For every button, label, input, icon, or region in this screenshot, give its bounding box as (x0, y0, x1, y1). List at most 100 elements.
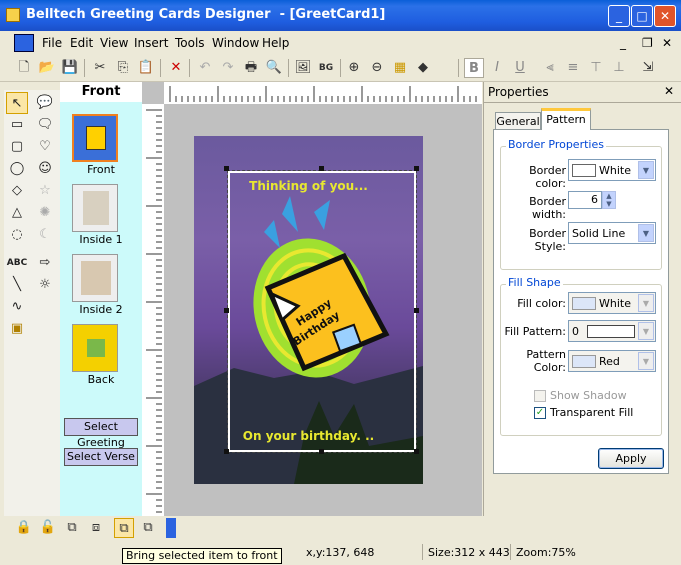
chevron-down-icon[interactable]: ▼ (638, 161, 654, 179)
menu-view[interactable]: View (100, 36, 128, 50)
bring-to-front-icon[interactable]: ⧉ (114, 518, 134, 538)
apply-button[interactable]: Apply (598, 448, 664, 469)
line-tool-icon[interactable]: ╲ (6, 274, 28, 296)
diamond-tool-icon[interactable]: ◇ (6, 180, 28, 202)
card-canvas[interactable]: Thinking of you... Happy Birthday On you… (194, 136, 423, 484)
text-direction-icon[interactable]: ⇲ (638, 58, 658, 78)
resize-handle[interactable] (224, 166, 229, 171)
border-width-spinner[interactable]: 6 (568, 191, 602, 209)
resize-handle[interactable] (319, 166, 324, 171)
picture-icon[interactable]: 🖼 (293, 58, 313, 78)
page-thumb-front[interactable] (72, 114, 118, 162)
menu-file[interactable]: File (42, 36, 62, 50)
copy-icon[interactable]: ⎘ (113, 58, 133, 78)
page-label-inside-1[interactable]: Inside 1 (60, 233, 142, 246)
toolbar-overflow-icon[interactable] (166, 518, 176, 538)
select-verse-button[interactable]: Select Verse (64, 448, 138, 466)
page-label-front[interactable]: Front (60, 163, 142, 176)
select-greeting-button[interactable]: Select Greeting (64, 418, 138, 449)
send-to-back-icon[interactable]: ⧉ (138, 518, 158, 538)
align-top-icon[interactable]: ⊤ (586, 58, 606, 78)
menu-edit[interactable]: Edit (70, 36, 93, 50)
align-bottom-icon[interactable]: ⊥ (609, 58, 629, 78)
selection-frame[interactable] (227, 170, 417, 453)
text-tool-icon[interactable]: ABC (6, 252, 28, 274)
underline-icon[interactable]: U (510, 58, 530, 78)
fill-color-combo[interactable]: White ▼ (568, 292, 656, 314)
delete-icon[interactable]: ✕ (166, 58, 186, 78)
redo-icon[interactable]: ↷ (218, 58, 238, 78)
align-center-icon[interactable]: ≡ (563, 58, 583, 78)
callout-tool-icon[interactable]: 💬 (34, 92, 56, 114)
chevron-down-icon[interactable]: ▼ (638, 224, 654, 242)
grid-icon[interactable]: ▦ (390, 58, 410, 78)
fill-icon[interactable]: ◆ (413, 58, 433, 78)
cut-icon[interactable]: ✂ (90, 58, 110, 78)
paste-icon[interactable]: 📋 (136, 58, 156, 78)
new-icon[interactable]: 🗋 (14, 58, 34, 78)
zoom-in-icon[interactable]: ⊕ (344, 58, 364, 78)
image-tool-icon[interactable]: ▣ (6, 318, 28, 340)
select-tool-icon[interactable]: ↖ (6, 92, 28, 114)
lock-icon[interactable]: 🔒 (14, 518, 34, 538)
chevron-down-icon[interactable]: ▼ (638, 294, 654, 312)
resize-handle[interactable] (414, 166, 419, 171)
bold-icon[interactable]: B (464, 58, 484, 78)
maximize-button[interactable]: □ (631, 5, 653, 27)
arrow-tool-icon[interactable]: ⇨ (34, 252, 56, 274)
document-icon[interactable] (14, 34, 34, 52)
mdi-restore-button[interactable]: ❐ (642, 36, 653, 50)
heart-tool-icon[interactable]: ♡ (34, 136, 56, 158)
mdi-minimize-button[interactable]: _ (620, 36, 626, 50)
triangle-tool-icon[interactable]: △ (6, 202, 28, 224)
ungroup-icon[interactable]: ⧈ (86, 518, 106, 538)
chevron-down-icon[interactable]: ▼ (638, 322, 654, 340)
group-icon[interactable]: ⧉ (62, 518, 82, 538)
print-icon[interactable]: 🖶 (241, 58, 261, 78)
moon-tool-icon[interactable]: ☾ (34, 224, 56, 246)
save-icon[interactable]: 💾 (60, 58, 80, 78)
zoom-out-icon[interactable]: ⊖ (367, 58, 387, 78)
page-label-back[interactable]: Back (60, 373, 142, 386)
page-thumb-inside-1[interactable] (72, 184, 118, 232)
menu-help[interactable]: Help (262, 36, 289, 50)
star-tool-icon[interactable]: ☆ (34, 180, 56, 202)
tab-pattern[interactable]: Pattern (541, 108, 591, 130)
pattern-color-combo[interactable]: Red ▼ (568, 350, 656, 372)
resize-handle[interactable] (224, 308, 229, 313)
resize-handle[interactable] (414, 308, 419, 313)
spinner-arrows-icon[interactable]: ▲ ▼ (602, 191, 616, 209)
border-style-combo[interactable]: Solid Line ▼ (568, 222, 656, 244)
menu-window[interactable]: Window (212, 36, 259, 50)
page-label-inside-2[interactable]: Inside 2 (60, 303, 142, 316)
background-icon[interactable]: BG (316, 58, 336, 78)
resize-handle[interactable] (319, 449, 324, 454)
page-thumb-back[interactable] (72, 324, 118, 372)
smiley-tool-icon[interactable]: ☺ (34, 158, 56, 180)
tab-general[interactable]: General (495, 112, 541, 130)
ellipse-tool-icon[interactable]: ◯ (6, 158, 28, 180)
undo-icon[interactable]: ↶ (195, 58, 215, 78)
page-thumb-inside-2[interactable] (72, 254, 118, 302)
menu-tools[interactable]: Tools (175, 36, 205, 50)
rounded-rect-tool-icon[interactable]: ▢ (6, 136, 28, 158)
rectangle-tool-icon[interactable]: ▭ (6, 114, 28, 136)
chevron-down-icon[interactable]: ▼ (638, 352, 654, 370)
sun-tool-icon[interactable]: ☼ (34, 274, 56, 296)
resize-handle[interactable] (414, 449, 419, 454)
open-icon[interactable]: 📂 (37, 58, 57, 78)
print-preview-icon[interactable]: 🔍 (264, 58, 284, 78)
curve-tool-icon[interactable]: ∿ (6, 296, 28, 318)
italic-icon[interactable]: I (487, 58, 507, 78)
show-shadow-checkbox[interactable] (534, 390, 546, 402)
transparent-fill-checkbox[interactable]: ✓ (534, 407, 546, 419)
properties-close-icon[interactable]: ✕ (664, 84, 674, 98)
mdi-close-button[interactable]: ✕ (662, 36, 672, 50)
callout2-tool-icon[interactable]: 🗨 (34, 114, 56, 136)
minimize-button[interactable]: _ (608, 5, 630, 27)
unlock-icon[interactable]: 🔓 (38, 518, 58, 538)
border-color-combo[interactable]: White ▼ (568, 159, 656, 181)
resize-handle[interactable] (224, 449, 229, 454)
align-left-icon[interactable]: ⫷ (540, 58, 560, 78)
title-bar[interactable]: Belltech Greeting Cards Designer - [Gree… (0, 0, 681, 31)
